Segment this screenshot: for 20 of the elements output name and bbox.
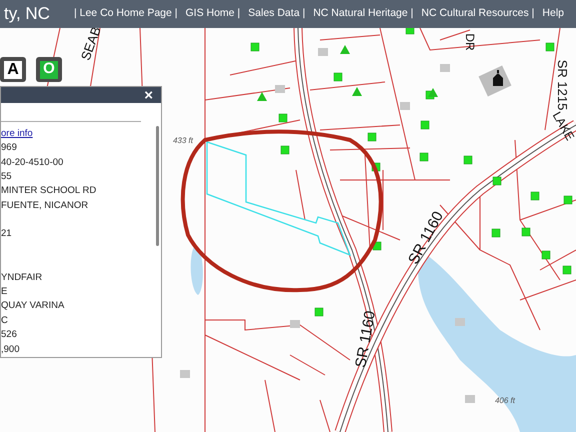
attribute-value: 969: [1, 142, 17, 154]
attribute-value: 40-20-4510-00: [1, 156, 64, 168]
attribute-value: 55: [1, 170, 12, 182]
attribute-value: 21: [1, 228, 12, 240]
road-label: SR 1215: [555, 60, 570, 110]
road-label: DR: [463, 33, 477, 51]
site-title: ty, NC: [4, 3, 50, 26]
attribute-value: 526: [1, 329, 17, 340]
attribute-value: E: [1, 286, 8, 298]
attribute-value: ,900: [1, 344, 20, 355]
attribute-value: QUAY VARINA: [1, 300, 64, 312]
road-label: SR 1160: [352, 310, 379, 369]
road-label: SEAB: [78, 24, 104, 62]
attribute-value: MINTER SCHOOL RD: [1, 185, 96, 196]
attribute-value: YNDFAIR: [1, 272, 42, 283]
elevation-label: 406 ft: [495, 396, 515, 405]
road-label: SR 1160: [405, 208, 447, 268]
attribute-value: FUENTE, NICANOR: [1, 200, 88, 211]
attribute-value: C: [1, 314, 8, 326]
elevation-label: 433 ft: [173, 136, 193, 145]
